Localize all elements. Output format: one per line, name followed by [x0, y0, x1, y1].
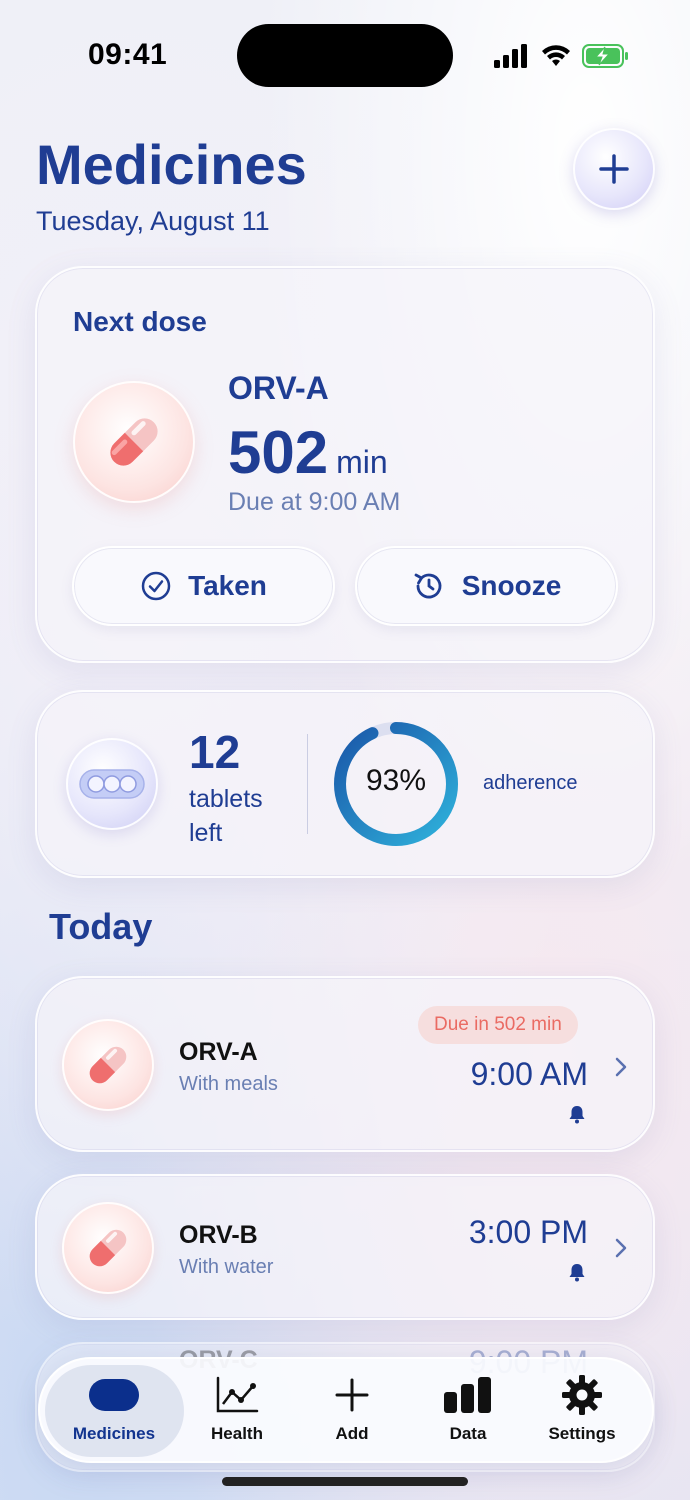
- countdown-minutes: 502: [228, 419, 329, 486]
- next-dose-medicine: ORV-A: [228, 370, 329, 406]
- dose-row-name: ORV-A: [179, 1038, 258, 1066]
- capsule-icon: [110, 418, 158, 466]
- tab-data[interactable]: Data: [413, 1372, 523, 1444]
- page-title: Medicines: [36, 133, 307, 196]
- due-at-text: Due at 9:00 AM: [228, 488, 401, 516]
- dose-row-pill: [62, 1019, 154, 1111]
- bell-icon: [569, 1106, 585, 1124]
- home-indicator: [222, 1477, 468, 1486]
- dose-row-pill: [62, 1202, 154, 1294]
- dynamic-island: [237, 24, 453, 87]
- wifi-icon: [542, 45, 570, 66]
- countdown-unit: min: [336, 444, 388, 480]
- capsule-icon: [89, 1229, 127, 1267]
- dose-row-name: ORV-B: [179, 1221, 258, 1249]
- stats-divider: [307, 734, 308, 834]
- status-time: 09:41: [88, 38, 168, 71]
- tab-settings[interactable]: Settings: [527, 1372, 637, 1444]
- snooze-button-label: Snooze: [461, 570, 562, 601]
- tab-medicines[interactable]: Medicines: [59, 1372, 169, 1444]
- tablets-icon-circle: [66, 738, 158, 830]
- tab-data-label: Data: [449, 1424, 487, 1443]
- tablets-label: tablets left: [189, 785, 263, 847]
- battery-charging-icon: [582, 44, 628, 68]
- adherence-label: adherence: [483, 772, 578, 794]
- tab-settings-label: Settings: [548, 1424, 616, 1443]
- add-medicine-button[interactable]: [573, 128, 655, 210]
- dose-row-note: With meals: [179, 1073, 278, 1095]
- due-badge: Due in 502 min: [418, 1006, 578, 1044]
- history-clock-icon: [414, 573, 442, 599]
- bell-icon: [569, 1264, 585, 1282]
- tab-medicines-label: Medicines: [72, 1424, 156, 1443]
- taken-button-label: Taken: [188, 570, 267, 601]
- dose-row-note: With water: [179, 1256, 274, 1278]
- dose-row-time: 3:00 PM: [468, 1214, 588, 1250]
- dose-row-time: 9:00 AM: [470, 1056, 588, 1092]
- blister-pack-icon: [79, 769, 145, 799]
- checkmark-circle-icon: [141, 571, 171, 601]
- next-dose-label: Next dose: [73, 306, 207, 337]
- cellular-signal-icon: [494, 44, 527, 68]
- tab-add-label: Add: [335, 1424, 369, 1443]
- tab-add[interactable]: Add: [297, 1372, 407, 1444]
- next-dose-countdown: 502 min: [228, 418, 388, 487]
- page-date: Tuesday, August 11: [36, 206, 270, 236]
- chevron-right-icon: [615, 1238, 627, 1258]
- capsule-icon: [89, 1046, 127, 1084]
- chevron-right-icon: [615, 1057, 627, 1077]
- gear-icon: [562, 1375, 602, 1415]
- taken-button[interactable]: Taken: [72, 546, 335, 626]
- line-chart-icon: [216, 1376, 259, 1413]
- tab-health-label: Health: [211, 1424, 263, 1443]
- today-heading: Today: [49, 906, 153, 947]
- bar-chart-icon: [444, 1377, 491, 1413]
- tablets-count: 12: [189, 726, 241, 778]
- plus-icon: [599, 154, 629, 184]
- adherence-value: 93%: [365, 764, 427, 797]
- next-dose-pill: [73, 381, 195, 503]
- pill-capsule-icon: [89, 1379, 139, 1411]
- snooze-button[interactable]: Snooze: [355, 546, 618, 626]
- tab-health[interactable]: Health: [182, 1372, 292, 1444]
- plus-icon: [335, 1378, 369, 1412]
